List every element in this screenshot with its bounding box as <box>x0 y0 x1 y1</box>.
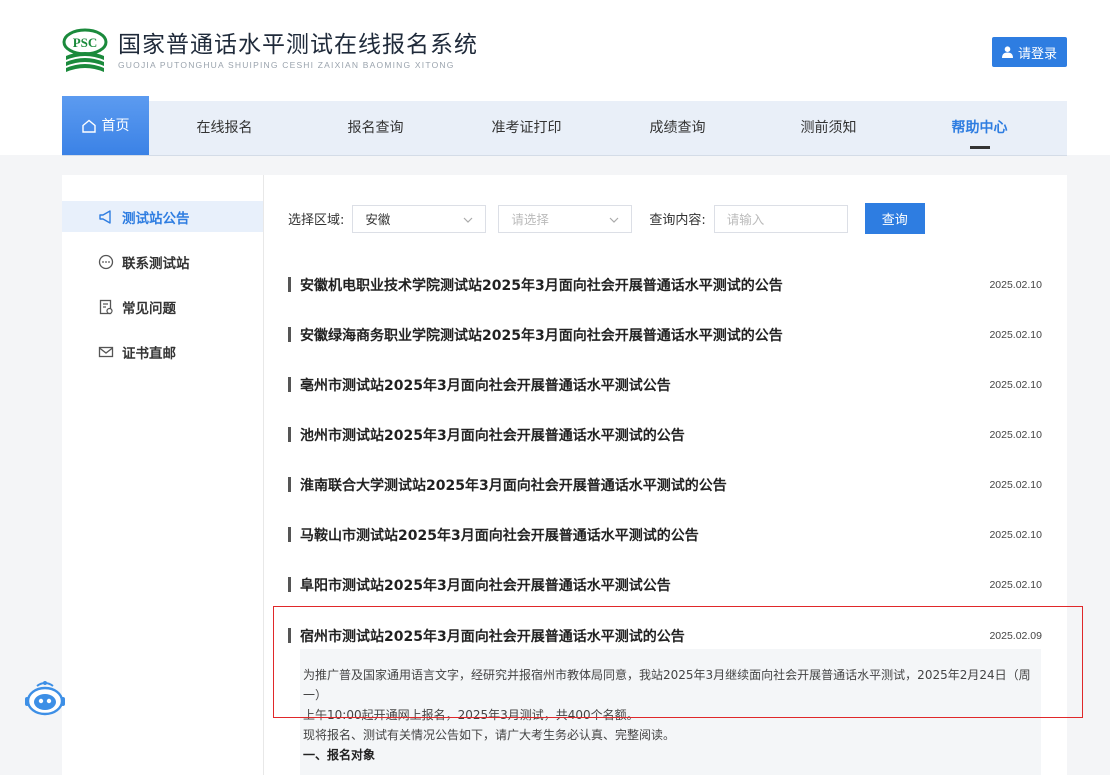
nav-registration-query[interactable]: 报名查询 <box>300 101 451 155</box>
query-input[interactable]: 请输入 <box>713 204 848 233</box>
announcement-title[interactable]: 亳州市测试站2025年3月面向社会开展普通话水平测试公告 <box>300 375 671 395</box>
document-question-icon <box>98 299 114 315</box>
login-button[interactable]: 请登录 <box>992 37 1067 67</box>
chatbot-assistant-icon[interactable] <box>24 680 66 718</box>
region-select[interactable]: 安徽 <box>352 204 487 233</box>
sidebar-item-label: 联系测试站 <box>122 255 190 272</box>
preview-section-heading: 一、报名对象 <box>303 748 376 762</box>
row-marker <box>288 477 291 492</box>
announcement-date: 2025.02.10 <box>989 579 1042 591</box>
megaphone-icon <box>98 209 114 225</box>
announcement-title[interactable]: 马鞍山市测试站2025年3月面向社会开展普通话水平测试的公告 <box>300 525 699 545</box>
active-tab-indicator <box>969 146 990 149</box>
sidebar-item-label: 证书直邮 <box>122 345 176 362</box>
nav-online-registration[interactable]: 在线报名 <box>149 101 300 155</box>
sidebar-item-faq[interactable]: 常见问题 <box>62 291 263 322</box>
announcement-row[interactable]: 安徽绿海商务职业学院测试站2025年3月面向社会开展普通话水平测试的公告 2025… <box>288 310 1042 360</box>
announcement-date: 2025.02.10 <box>989 429 1042 441</box>
mail-icon <box>98 344 114 360</box>
nav-home-label: 首页 <box>101 117 130 134</box>
announcement-date: 2025.02.10 <box>989 479 1042 491</box>
main-nav: 首页 在线报名 报名查询 准考证打印 成绩查询 测前须知 帮助中心 <box>62 96 1067 156</box>
row-marker <box>288 577 291 592</box>
sidebar-item-station-announcements[interactable]: 测试站公告 <box>62 201 263 232</box>
announcement-row[interactable]: 淮南联合大学测试站2025年3月面向社会开展普通话水平测试的公告 2025.02.… <box>288 460 1042 510</box>
chat-icon <box>98 254 114 270</box>
sidebar-item-certificate-mail[interactable]: 证书直邮 <box>62 336 263 367</box>
sidebar-item-label: 常见问题 <box>122 300 176 317</box>
query-input-placeholder: 请输入 <box>726 212 765 227</box>
nav-help-center-label: 帮助中心 <box>951 120 1008 136</box>
announcement-date: 2025.02.09 <box>989 630 1042 642</box>
announcement-row[interactable]: 马鞍山市测试站2025年3月面向社会开展普通话水平测试的公告 2025.02.10 <box>288 510 1042 560</box>
region-label: 选择区域: <box>288 213 345 228</box>
home-icon <box>81 119 96 133</box>
sidebar: 测试站公告 联系测试站 常见问题 证书直邮 <box>62 175 264 775</box>
announcement-row[interactable]: 阜阳市测试站2025年3月面向社会开展普通话水平测试公告 2025.02.10 <box>288 560 1042 610</box>
row-marker <box>288 628 291 643</box>
site-title: 国家普通话水平测试在线报名系统 <box>118 32 478 58</box>
sidebar-item-label: 测试站公告 <box>122 210 190 227</box>
announcement-title[interactable]: 阜阳市测试站2025年3月面向社会开展普通话水平测试公告 <box>300 575 671 595</box>
site-subtitle: GUOJIA PUTONGHUA SHUIPING CESHI ZAIXIAN … <box>118 60 455 70</box>
region-select-value: 安徽 <box>365 212 391 227</box>
row-marker <box>288 527 291 542</box>
announcement-title[interactable]: 池州市测试站2025年3月面向社会开展普通话水平测试的公告 <box>300 425 685 445</box>
site-logo[interactable]: PSC 国家普通话水平测试在线报名系统 GUOJIA PUTONGHUA SHU… <box>62 28 478 74</box>
announcement-title[interactable]: 安徽绿海商务职业学院测试站2025年3月面向社会开展普通话水平测试的公告 <box>300 325 783 345</box>
city-select[interactable]: 请选择 <box>498 204 633 233</box>
announcement-preview: 为推广普及国家通用语言文字，经研究并报宿州市教体局同意，我站2025年3月继续面… <box>300 649 1041 775</box>
announcement-date: 2025.02.10 <box>989 279 1042 291</box>
row-marker <box>288 377 291 392</box>
nav-pre-test-notice[interactable]: 测前须知 <box>753 101 904 155</box>
announcement-row[interactable]: 亳州市测试站2025年3月面向社会开展普通话水平测试公告 2025.02.10 <box>288 360 1042 410</box>
nav-score-query[interactable]: 成绩查询 <box>602 101 753 155</box>
nav-help-center[interactable]: 帮助中心 <box>904 101 1055 155</box>
announcement-title[interactable]: 宿州市测试站2025年3月面向社会开展普通话水平测试的公告 <box>300 626 685 646</box>
announcement-title[interactable]: 安徽机电职业技术学院测试站2025年3月面向社会开展普通话水平测试的公告 <box>300 275 783 295</box>
announcement-date: 2025.02.10 <box>989 529 1042 541</box>
row-marker <box>288 277 291 292</box>
filter-bar: 选择区域: 安徽 请选择 查询内容: 请输入 查询 <box>288 203 925 234</box>
announcement-date: 2025.02.10 <box>989 379 1042 391</box>
announcement-row[interactable]: 安徽机电职业技术学院测试站2025年3月面向社会开展普通话水平测试的公告 2025… <box>288 260 1042 310</box>
query-button[interactable]: 查询 <box>864 203 925 234</box>
psc-logo-icon: PSC <box>62 28 108 74</box>
nav-admission-ticket-print[interactable]: 准考证打印 <box>451 101 602 155</box>
nav-home[interactable]: 首页 <box>62 96 149 155</box>
preview-text-line: 为推广普及国家通用语言文字，经研究并报宿州市教体局同意，我站2025年3月继续面… <box>303 668 1031 702</box>
logo-badge-text: PSC <box>73 35 98 50</box>
login-label: 请登录 <box>1017 46 1057 62</box>
chevron-down-icon <box>463 211 473 226</box>
header: PSC 国家普通话水平测试在线报名系统 GUOJIA PUTONGHUA SHU… <box>0 0 1110 156</box>
preview-text-line: 上午10:00起开通网上报名，2025年3月测试，共400个名额。 <box>303 708 639 722</box>
announcement-date: 2025.02.10 <box>989 329 1042 341</box>
announcement-list: 安徽机电职业技术学院测试站2025年3月面向社会开展普通话水平测试的公告 2025… <box>288 260 1042 661</box>
row-marker <box>288 427 291 442</box>
preview-text-line: 现将报名、测试有关情况公告如下，请广大考生务必认真、完整阅读。 <box>303 728 676 742</box>
chevron-down-icon <box>609 211 619 226</box>
sidebar-item-contact-station[interactable]: 联系测试站 <box>62 246 263 277</box>
city-select-placeholder: 请选择 <box>511 212 549 227</box>
query-label: 查询内容: <box>649 213 706 228</box>
announcement-title[interactable]: 淮南联合大学测试站2025年3月面向社会开展普通话水平测试的公告 <box>300 475 727 495</box>
row-marker <box>288 327 291 342</box>
announcement-row[interactable]: 池州市测试站2025年3月面向社会开展普通话水平测试的公告 2025.02.10 <box>288 410 1042 460</box>
user-icon <box>1001 46 1013 58</box>
main-content: 测试站公告 联系测试站 常见问题 证书直邮 选择区域: 安徽 请选择 查询内容:… <box>62 175 1067 775</box>
